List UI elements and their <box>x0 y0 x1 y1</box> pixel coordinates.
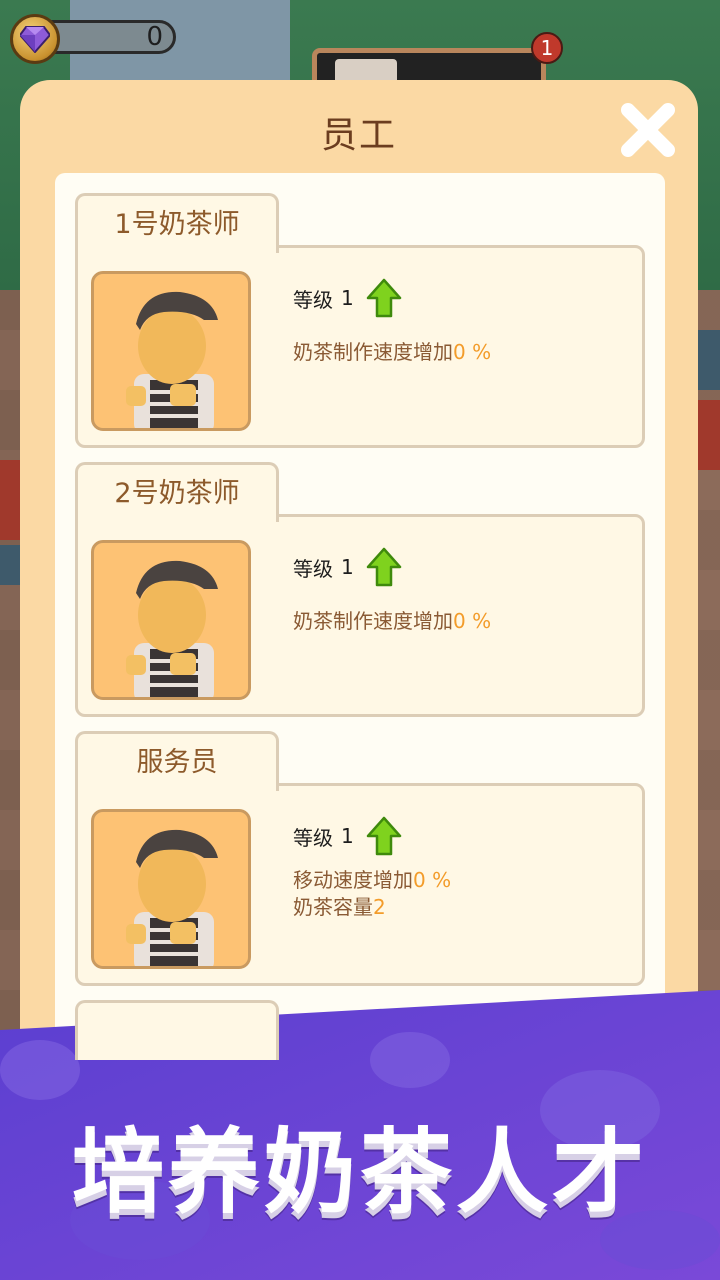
upgrade-arrow-icon[interactable] <box>366 816 402 856</box>
gem-counter: 0 <box>10 14 176 64</box>
level-label: 等级 <box>293 825 333 850</box>
level-label: 等级 <box>293 556 333 581</box>
stat-label: 移动速度增加 <box>293 868 413 892</box>
level-value: 1 <box>341 286 354 310</box>
employee-card-body: 等级 1 奶茶制作速度增加0 % <box>75 514 645 717</box>
stat-value: 0 % <box>453 340 492 364</box>
staff-dialog: 员工 1号奶茶师 等级 1 奶茶制作速度增加0 % 2号奶茶师 等级 1 奶茶制… <box>20 80 698 1060</box>
level-label: 等级 <box>293 287 333 312</box>
close-icon <box>621 103 675 157</box>
stat-line: 奶茶制作速度增加0 % <box>293 336 491 365</box>
level-value: 1 <box>341 555 354 579</box>
gem-count: 0 <box>146 22 163 52</box>
banner-headline: 培养奶茶人才 <box>71 1119 648 1226</box>
stat-value: 0 % <box>453 609 492 633</box>
stat-value: 0 % <box>413 868 452 892</box>
upgrade-arrow-icon[interactable] <box>366 547 402 587</box>
employee-card: 服务员 等级 1 移动速度增加0 % 奶茶容量2 <box>75 731 645 987</box>
stat-label: 奶茶制作速度增加 <box>293 609 453 633</box>
employee-name-partial <box>75 1000 279 1060</box>
level-row: 等级 1 <box>293 278 402 318</box>
employee-avatar <box>91 540 251 700</box>
stat-line: 移动速度增加0 % <box>293 864 451 893</box>
stat-line: 奶茶制作速度增加0 % <box>293 605 491 634</box>
level-value: 1 <box>341 824 354 848</box>
employee-card: 1号奶茶师 等级 1 奶茶制作速度增加0 % <box>75 193 645 449</box>
employee-card: 2号奶茶师 等级 1 奶茶制作速度增加0 % <box>75 462 645 718</box>
gem-icon <box>10 14 60 64</box>
level-row: 等级 1 <box>293 547 402 587</box>
stat-label: 奶茶制作速度增加 <box>293 340 453 364</box>
employee-card-body: 等级 1 移动速度增加0 % 奶茶容量2 <box>75 783 645 986</box>
stat-line: 奶茶容量2 <box>293 891 386 920</box>
stat-label: 奶茶容量 <box>293 895 373 919</box>
employee-card-body: 等级 1 奶茶制作速度增加0 % <box>75 245 645 448</box>
level-row: 等级 1 <box>293 816 402 856</box>
dialog-title: 员工 <box>320 115 397 156</box>
notification-badge: 1 <box>531 32 563 64</box>
employee-list[interactable]: 1号奶茶师 等级 1 奶茶制作速度增加0 % 2号奶茶师 等级 1 奶茶制作速度… <box>55 173 665 1060</box>
employee-avatar <box>91 809 251 969</box>
upgrade-arrow-icon[interactable] <box>366 278 402 318</box>
close-button[interactable] <box>618 100 678 160</box>
stat-value: 2 <box>373 895 386 919</box>
employee-avatar <box>91 271 251 431</box>
